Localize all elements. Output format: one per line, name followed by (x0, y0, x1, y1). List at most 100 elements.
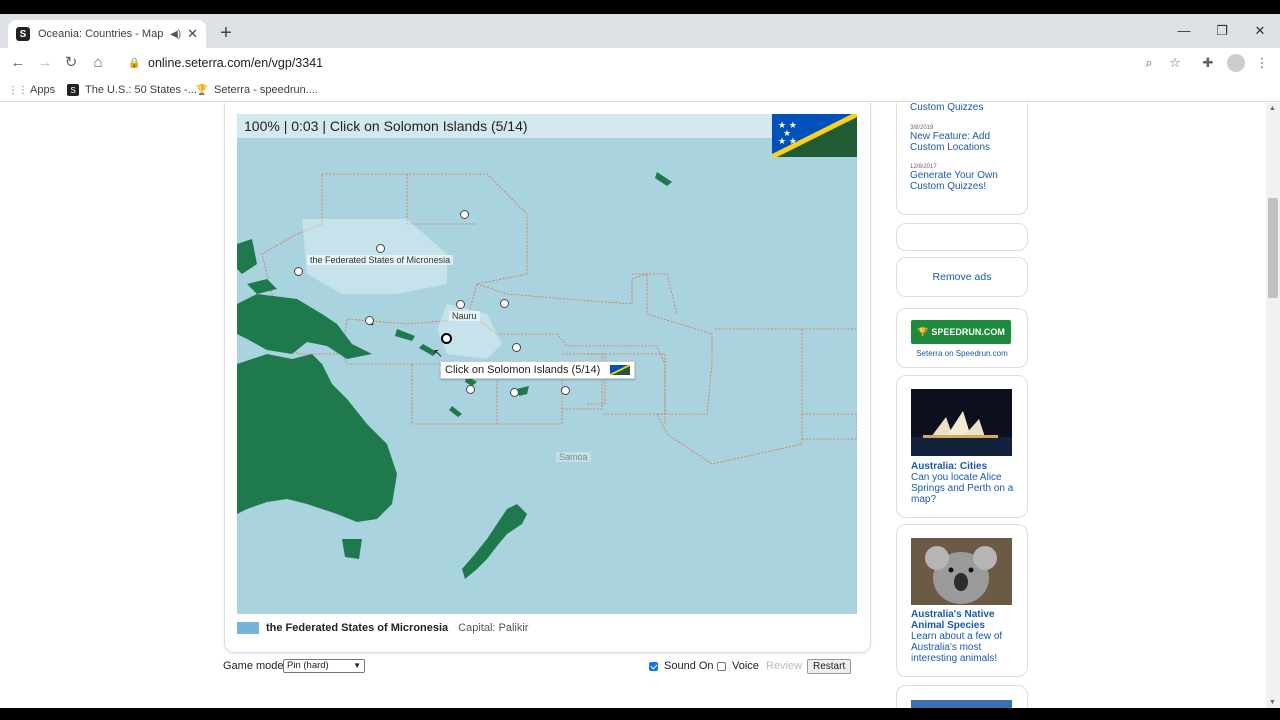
restore-button[interactable]: ❐ (1204, 18, 1240, 44)
star-icon[interactable]: ☆ (1166, 54, 1184, 72)
empty-card (896, 223, 1028, 251)
speedrun-caption: Seterra on Speedrun.com (916, 349, 1008, 358)
voice-label: Voice (732, 660, 759, 672)
page-scrollbar[interactable]: ▲ ▼ (1266, 103, 1280, 708)
solomon-islands-flag-icon: ★ ★ ★ ★ ★ (772, 114, 857, 157)
map-pin[interactable] (500, 299, 509, 308)
tab-strip: S Oceania: Countries - Map Qu ◀) ✕ + — ❐… (0, 14, 1280, 48)
samoa-label: Samoa (556, 452, 591, 462)
map-pin[interactable] (561, 386, 570, 395)
article-card[interactable] (896, 685, 1028, 708)
tab-close-icon[interactable]: ✕ (187, 26, 198, 42)
game-controls: Game mode: Pin (hard) ▼ Sound On Voice R… (223, 659, 863, 679)
map-pin[interactable] (294, 267, 303, 276)
speaker-icon[interactable]: ◀) (170, 29, 181, 40)
bookmark-label: The U.S.: 50 States -... (85, 84, 197, 96)
map-pin[interactable] (456, 300, 465, 309)
micronesia-flag-icon (237, 622, 259, 634)
bookmarks-bar: ⋮⋮ Apps S The U.S.: 50 States -... 🏆 Set… (0, 78, 1280, 102)
close-window-button[interactable]: ✕ (1242, 18, 1278, 44)
scroll-up-icon[interactable]: ▲ (1269, 105, 1276, 112)
bookmark-label: Seterra - speedrun.... (214, 84, 318, 96)
seterra-icon: S (67, 84, 79, 96)
news-card: Custom Quizzes 3/8/2019 New Feature: Add… (896, 103, 1028, 215)
prompt-tooltip: Click on Solomon Islands (5/14) (440, 361, 636, 379)
zoom-icon[interactable]: ⌕ (1140, 54, 1158, 72)
map-pin[interactable] (466, 385, 475, 394)
news-item-title[interactable]: Generate Your Own Custom Quizzes! (910, 170, 1014, 192)
speedrun-card[interactable]: 🏆 SPEEDRUN.COM Seterra on Speedrun.com (896, 308, 1028, 368)
voice-toggle[interactable]: Voice (717, 660, 759, 672)
nauru-label: Nauru (449, 311, 480, 321)
menu-kebab-icon[interactable]: ⋮ (1253, 54, 1271, 72)
chevron-down-icon: ▼ (353, 661, 361, 670)
country-info: the Federated States of Micronesia Capit… (237, 622, 528, 634)
address-bar[interactable]: 🔒 online.seterra.com/en/vgp/3341 (116, 50, 1166, 76)
article-desc: Learn about a few of Australia's most in… (911, 631, 1003, 664)
article-title: Australia's Native Animal Species (911, 609, 995, 631)
map-pin[interactable] (365, 316, 374, 325)
forward-arrow-icon[interactable]: → (34, 52, 56, 74)
speedrun-logo: 🏆 SPEEDRUN.COM (911, 320, 1011, 344)
article-desc: Can you locate Alice Springs and Perth o… (911, 472, 1014, 505)
remove-ads-button[interactable]: Remove ads (896, 257, 1028, 297)
tooltip-text: Click on Solomon Islands (5/14) (445, 364, 601, 376)
map-pin[interactable] (460, 210, 469, 219)
tooltip-flag-icon (610, 365, 631, 375)
news-item-title[interactable]: Custom Quizzes (910, 103, 1014, 113)
voice-checkbox[interactable] (717, 661, 726, 671)
news-item-title[interactable]: New Feature: Add Custom Locations (910, 131, 1014, 153)
quiz-status-bar: 100% | 0:03 | Click on Solomon Islands (… (237, 114, 857, 138)
selected-pin[interactable] (441, 333, 452, 344)
tab-title: Oceania: Countries - Map Qu (38, 28, 164, 40)
koala-image (911, 538, 1012, 605)
profile-avatar-icon[interactable] (1227, 54, 1245, 72)
seterra-favicon-icon: S (16, 27, 30, 41)
sound-label: Sound On (664, 660, 714, 672)
article-card[interactable]: Australia: Cities Can you locate Alice S… (896, 375, 1028, 518)
bookmark-label: Apps (30, 84, 56, 96)
back-arrow-icon[interactable]: ← (7, 52, 29, 74)
article-card[interactable]: Australia's Native Animal Species Learn … (896, 524, 1028, 677)
bookmark-apps[interactable]: ⋮⋮ Apps (8, 82, 56, 98)
map-pin[interactable] (512, 343, 521, 352)
map-pin[interactable] (376, 244, 385, 253)
bookmark-speedrun[interactable]: 🏆 Seterra - speedrun.... (196, 82, 318, 98)
svg-text:★ ★: ★ ★ (778, 137, 797, 147)
speedrun-logo-text: SPEEDRUN.COM (931, 327, 1005, 337)
info-capital: Capital: Palikir (458, 622, 529, 634)
article-image (911, 700, 1012, 708)
info-country: the Federated States of Micronesia (266, 622, 449, 634)
map-pin[interactable] (510, 388, 519, 397)
window-bottom-edge (0, 708, 1280, 720)
scrollbar-thumb[interactable] (1268, 198, 1278, 298)
scroll-down-icon[interactable]: ▼ (1269, 699, 1276, 706)
game-mode-label: Game mode: (223, 660, 287, 672)
browser-toolbar: ← → ↻ ⌂ 🔒 online.seterra.com/en/vgp/3341… (0, 48, 1280, 78)
lock-icon: 🔒 (128, 58, 141, 69)
article-title: Australia: Cities (911, 461, 988, 472)
cursor-icon: ↖ (433, 346, 444, 360)
reload-icon[interactable]: ↻ (60, 52, 82, 74)
new-tab-button[interactable]: + (216, 22, 236, 44)
sound-toggle[interactable]: Sound On (649, 660, 714, 672)
home-icon[interactable]: ⌂ (87, 52, 109, 74)
game-mode-value: Pin (hard) (287, 660, 329, 671)
minimize-button[interactable]: — (1166, 18, 1202, 44)
apps-grid-icon: ⋮⋮ (8, 84, 28, 96)
quiz-map[interactable]: 100% | 0:03 | Click on Solomon Islands (… (237, 114, 857, 614)
url-text: online.seterra.com/en/vgp/3341 (148, 56, 324, 70)
game-mode-select[interactable]: Pin (hard) ▼ (283, 659, 365, 673)
sydney-opera-house-image (911, 389, 1012, 456)
extensions-icon[interactable]: ✚ (1199, 54, 1217, 72)
restart-button[interactable]: Restart (807, 659, 852, 674)
review-link[interactable]: Review (766, 660, 802, 672)
trophy-icon: 🏆 (195, 84, 209, 96)
bookmark-us-states[interactable]: S The U.S.: 50 States -... (67, 82, 197, 98)
page-content: 100% | 0:03 | Click on Solomon Islands (… (0, 103, 1280, 708)
trophy-icon: 🏆 (917, 326, 929, 337)
browser-tab[interactable]: S Oceania: Countries - Map Qu ◀) ✕ (8, 20, 206, 48)
sound-checkbox[interactable] (649, 661, 658, 671)
micronesia-label: the Federated States of Micronesia (307, 255, 454, 265)
window-top-edge (0, 0, 1280, 14)
